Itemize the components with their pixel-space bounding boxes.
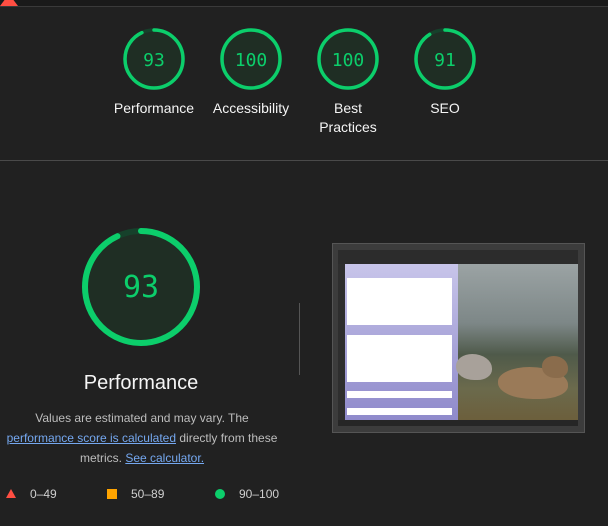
gauge-ring: 91 xyxy=(414,28,476,90)
average-square-icon xyxy=(107,489,117,499)
gauge-score: 100 xyxy=(332,50,365,71)
performance-gauge-ring: 93 xyxy=(82,228,200,346)
see-calculator-link[interactable]: See calculator. xyxy=(125,451,204,465)
screenshot-horse-photo xyxy=(456,264,578,420)
lighthouse-warning-icon xyxy=(0,0,18,6)
score-calculated-link[interactable]: performance score is calculated xyxy=(7,431,176,445)
performance-score: 93 xyxy=(123,270,159,305)
screenshot-textarea xyxy=(347,278,452,325)
horse-shape xyxy=(456,354,492,380)
gauge-label: Best Practices xyxy=(319,100,377,135)
gauge-score: 91 xyxy=(434,50,456,71)
gauge-performance[interactable]: 93 Performance xyxy=(99,27,209,118)
horse-shape xyxy=(542,356,568,378)
gauge-accessibility[interactable]: 100 Accessibility xyxy=(196,27,306,118)
screenshot-textarea xyxy=(347,335,452,382)
fail-triangle-icon xyxy=(6,489,16,498)
gauge-label: Accessibility xyxy=(212,100,290,116)
gauge-ring: 93 xyxy=(123,28,185,90)
gauge-seo[interactable]: 91 SEO xyxy=(390,27,500,118)
screenshot-navbar xyxy=(338,250,578,264)
gauge-label: Performance xyxy=(113,100,195,116)
screenshot-date-field xyxy=(347,408,452,415)
performance-gauge: 93 xyxy=(80,226,202,353)
performance-title: Performance xyxy=(83,372,199,394)
gauge-best-practices[interactable]: 100 Best Practices xyxy=(293,27,403,137)
performance-description: Values are estimated and may vary. The p… xyxy=(6,411,278,465)
final-screenshot[interactable] xyxy=(332,243,585,433)
gauge-score: 93 xyxy=(143,50,165,71)
pass-circle-icon xyxy=(215,489,225,499)
vertical-divider xyxy=(299,303,300,375)
gauge-ring: 100 xyxy=(317,28,379,90)
top-bar xyxy=(0,0,608,7)
screenshot-page xyxy=(338,250,578,426)
category-summary: 93 Performance 100 Accessibility 100 Bes… xyxy=(0,7,608,161)
screenshot-form-panel xyxy=(345,264,458,420)
gauge-label: SEO xyxy=(430,100,460,116)
screenshot-date-field xyxy=(347,391,452,398)
gauge-score: 100 xyxy=(235,50,268,71)
gauge-ring: 100 xyxy=(220,28,282,90)
screenshot-footer xyxy=(338,420,578,426)
